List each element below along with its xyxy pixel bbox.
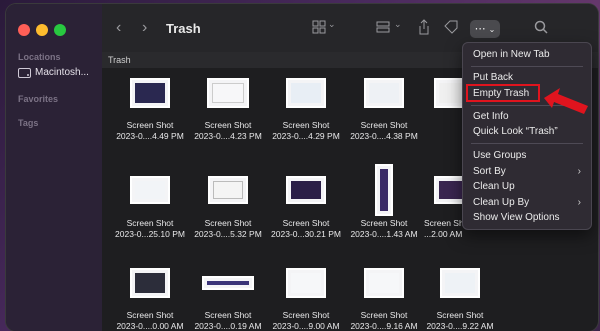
thumbnail xyxy=(207,78,249,108)
file-date: 2023-0....4.49 PM xyxy=(116,131,184,141)
menu-item-use-groups[interactable]: Use Groups xyxy=(473,149,585,163)
red-arrow-icon xyxy=(544,88,588,114)
thumbnail xyxy=(440,268,480,298)
menu-item-quick-look[interactable]: Quick Look “Trash” xyxy=(473,125,585,139)
file-item[interactable]: Screen Shot 2023-0....9.00 AM xyxy=(266,268,346,331)
file-name: Screen Shot xyxy=(282,218,330,228)
file-date: 2023-0....0.19 AM xyxy=(194,321,262,331)
file-name: Screen Shot xyxy=(436,310,484,320)
sidebar-item-label: Macintosh... xyxy=(35,67,89,78)
file-item[interactable]: Screen Shot 2023-0....0.19 AM xyxy=(188,276,268,331)
file-name: Screen Shot xyxy=(204,218,252,228)
thumbnail xyxy=(130,78,170,108)
highlight-box xyxy=(466,84,540,102)
file-name: Screen Shot xyxy=(282,310,330,320)
file-item[interactable] xyxy=(420,78,474,120)
minimize-window-button[interactable] xyxy=(36,24,48,36)
file-item[interactable]: Screen Shot 2023-0...25.10 PM xyxy=(110,176,190,240)
zoom-window-button[interactable] xyxy=(54,24,66,36)
menu-item-open-in-new-tab[interactable]: Open in New Tab xyxy=(473,48,585,62)
file-date: 2023-0....4.38 PM xyxy=(350,131,418,141)
file-item[interactable]: Screen Shot 2023-0....5.32 PM xyxy=(188,176,268,240)
menu-item-sort-by[interactable]: Sort By › xyxy=(473,165,585,179)
file-name: Screen Shot xyxy=(126,310,174,320)
file-name: Screen Shot xyxy=(282,120,330,130)
file-item[interactable]: Screen Shot 2023-0....9.22 AM xyxy=(420,268,500,331)
thumbnail xyxy=(364,78,404,108)
thumbnail xyxy=(364,268,404,298)
chevron-right-icon[interactable]: › xyxy=(142,19,147,37)
thumbnail xyxy=(286,268,326,298)
file-name: Screen Shot xyxy=(204,120,252,130)
menu-item-show-view-options[interactable]: Show View Options xyxy=(473,211,585,225)
search-icon[interactable] xyxy=(534,20,548,37)
file-date: 2023-0...30.21 PM xyxy=(271,229,341,239)
file-name: Screen Shot xyxy=(126,120,174,130)
chevron-down-icon: ⌄ xyxy=(488,25,496,34)
file-item[interactable]: Screen Shot 2023-0....4.38 PM xyxy=(344,78,424,142)
window-title: Trash xyxy=(166,21,201,36)
chevron-down-icon[interactable]: ⌄ xyxy=(394,19,402,30)
file-name: Screen Shot xyxy=(360,310,408,320)
context-menu: Open in New Tab Put Back Empty Trash Get… xyxy=(462,42,592,230)
file-name: Screen Shot xyxy=(360,218,408,228)
file-item[interactable]: Screen Shot 2023-0....1.43 AM xyxy=(344,164,424,240)
chevron-right-icon: › xyxy=(577,166,581,177)
sidebar: Locations Macintosh... Favorites Tags xyxy=(6,4,102,331)
menu-item-clean-up-by[interactable]: Clean Up By › xyxy=(473,196,585,210)
thumbnail xyxy=(130,176,170,204)
menu-separator xyxy=(471,66,583,67)
more-actions-button[interactable]: ⋯ ⌄ xyxy=(470,20,500,38)
sidebar-section-locations: Locations xyxy=(18,52,61,62)
thumbnail xyxy=(130,268,170,298)
file-item[interactable]: Screen Shot 2023-0....9.16 AM xyxy=(344,268,424,331)
file-date: 2023-0....0.00 AM xyxy=(116,321,184,331)
file-date: 2023-0....4.23 PM xyxy=(194,131,262,141)
menu-item-put-back[interactable]: Put Back xyxy=(473,71,585,85)
sidebar-item-macintosh[interactable]: Macintosh... xyxy=(18,67,89,78)
file-date: 2023-0....4.29 PM xyxy=(272,131,340,141)
chevron-right-icon: › xyxy=(577,197,581,208)
file-date: ...2.00 AM xyxy=(424,229,463,239)
thumbnail xyxy=(375,164,393,216)
thumbnail xyxy=(202,276,254,290)
menu-separator xyxy=(471,143,583,144)
tag-icon[interactable] xyxy=(444,20,458,37)
file-date: 2023-0....9.22 AM xyxy=(426,321,494,331)
menu-item-label: Sort By xyxy=(473,166,506,177)
share-icon[interactable] xyxy=(418,19,430,38)
ellipsis-circle-icon: ⋯ xyxy=(474,23,486,35)
close-window-button[interactable] xyxy=(18,24,30,36)
file-name: Screen Shot xyxy=(204,310,252,320)
file-item[interactable]: Screen Shot 2023-0....0.00 AM xyxy=(110,268,190,331)
file-item[interactable]: Screen Shot 2023-0....4.29 PM xyxy=(266,78,346,142)
file-item[interactable]: Screen Shot 2023-0...30.21 PM xyxy=(266,176,346,240)
group-icon[interactable] xyxy=(376,20,390,37)
chevron-down-icon[interactable]: ⌄ xyxy=(328,19,336,30)
file-date: 2023-0....5.32 PM xyxy=(194,229,262,239)
grid-view-icon[interactable] xyxy=(312,20,326,37)
file-name: Screen Shot xyxy=(360,120,408,130)
sidebar-section-favorites: Favorites xyxy=(18,94,59,104)
thumbnail xyxy=(286,78,326,108)
file-date: 2023-0....9.00 AM xyxy=(272,321,340,331)
chevron-left-icon[interactable]: ‹ xyxy=(116,19,121,37)
file-item[interactable]: Screen Shot 2023-0....4.23 PM xyxy=(188,78,268,142)
thumbnail xyxy=(286,176,326,204)
thumbnail xyxy=(208,176,248,204)
file-date: 2023-0....9.16 AM xyxy=(350,321,418,331)
file-name: Screen Shot xyxy=(126,218,174,228)
menu-item-label: Clean Up By xyxy=(473,197,530,208)
file-date: 2023-0...25.10 PM xyxy=(115,229,185,239)
menu-item-clean-up[interactable]: Clean Up xyxy=(473,180,585,194)
file-item[interactable]: Screen Shot 2023-0....4.49 PM xyxy=(110,78,190,142)
sidebar-section-tags: Tags xyxy=(18,118,39,128)
hard-drive-icon xyxy=(18,67,31,78)
file-date: 2023-0....1.43 AM xyxy=(350,229,418,239)
